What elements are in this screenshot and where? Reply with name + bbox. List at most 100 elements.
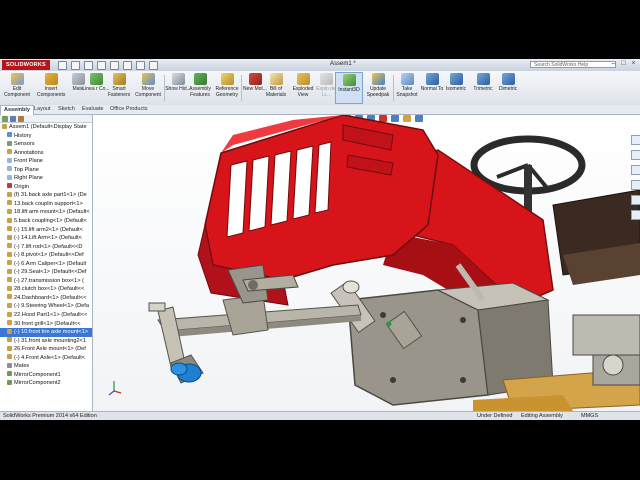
tree-item[interactable]: 22.Hood Part1<1> (Default<<	[0, 311, 92, 320]
view-palette-icon[interactable]	[631, 180, 640, 190]
tree-item-label: Front Plane	[14, 158, 43, 165]
tree-item[interactable]: Origin	[0, 183, 92, 192]
tree-item[interactable]: MirrorComponent2	[0, 379, 92, 388]
feature-manager-tree: Assem1 (Default<Display State History Sens…	[0, 115, 93, 411]
tractor-model[interactable]	[93, 115, 640, 411]
component-icon	[7, 208, 12, 214]
print-icon[interactable]	[97, 61, 106, 70]
tab-evaluate[interactable]: Evaluate	[79, 105, 106, 114]
minimize-icon[interactable]: –	[610, 60, 617, 68]
front-axle[interactable]	[148, 294, 362, 368]
assembly-features-icon	[193, 73, 207, 85]
tree-root-assembly[interactable]: Assem1 (Default<Display State	[0, 123, 92, 132]
property-manager-icon[interactable]	[10, 116, 16, 122]
tree-item[interactable]: History	[0, 132, 92, 141]
tree-item[interactable]: 18.lift arm mount<1> (Default<	[0, 208, 92, 217]
tree-item[interactable]: (-) 4.Front Axle<1> (Default<	[0, 354, 92, 363]
tree-item[interactable]: MirrorComponent1	[0, 371, 92, 380]
tab-assembly[interactable]: Assembly	[0, 105, 34, 115]
component-icon	[7, 354, 12, 360]
component-icon	[7, 379, 12, 385]
feature-manager-icon[interactable]	[2, 116, 8, 122]
tree-item-label: Origin	[14, 183, 29, 190]
tree-item[interactable]: Right Plane	[0, 174, 92, 183]
instant3d-button[interactable]: Instant3D	[335, 72, 363, 104]
tree-item[interactable]: (-) 31.front axle mounting2<1	[0, 337, 92, 346]
assembly-features-button[interactable]: Assembly Features	[186, 72, 214, 104]
component-icon	[7, 157, 12, 163]
tree-item[interactable]: 5.back coupling<1> (Default<	[0, 217, 92, 226]
tab-layout[interactable]: Layout	[31, 105, 54, 114]
tree-item[interactable]: Top Plane	[0, 166, 92, 175]
save-icon[interactable]	[84, 61, 93, 70]
document-title: Assem1 *	[330, 61, 356, 67]
solidworks-window: SOLIDWORKS Assem1 * Search SolidWorks He…	[0, 59, 640, 420]
tree-item[interactable]: (-) 6.Arm Caliper<1> (Default	[0, 260, 92, 269]
tree-item[interactable]: 30.front grill<1> (Default<<	[0, 320, 92, 329]
options-icon[interactable]	[149, 61, 158, 70]
rebuild-icon[interactable]	[136, 61, 145, 70]
tree-item-label: 28.clutch box<1> (Default<<	[14, 286, 85, 293]
tree-item[interactable]: (-) 7.lift rod<1> (Default<<D	[0, 243, 92, 252]
dimetric-button[interactable]: Dimetric	[494, 72, 522, 104]
graphics-area[interactable]	[93, 115, 640, 411]
tree-item[interactable]: 13.back couplin support<1>	[0, 200, 92, 209]
bill-of-materials-button[interactable]: Bill of Materials	[262, 72, 290, 104]
component-icon	[7, 362, 12, 368]
isometric-button[interactable]: Isometric	[442, 72, 470, 104]
tree-item[interactable]: (-) 29.Seat<1> (Default<<Def	[0, 268, 92, 277]
solidworks-logo[interactable]: SOLIDWORKS	[2, 60, 50, 70]
new-document-icon[interactable]	[58, 61, 67, 70]
tree-item-label: (-) 15.lift arm2<1> (Default<	[14, 226, 83, 233]
component-icon	[7, 243, 12, 249]
take-snapshot-icon	[400, 73, 414, 85]
file-explorer-icon[interactable]	[631, 165, 640, 175]
tree-item[interactable]: Front Plane	[0, 157, 92, 166]
update-speedpak-button[interactable]: Update Speedpak	[364, 72, 392, 104]
edit-component-button[interactable]: Edit Component	[3, 72, 31, 104]
open-document-icon[interactable]	[71, 61, 80, 70]
tree-item-label: 26.Front Axle mount<1> (Def	[14, 346, 86, 353]
tree-item[interactable]: (-) 8.pivot<1> (Default<<Def	[0, 251, 92, 260]
tree-item[interactable]: (-) 10.front tire axle mount<1>	[0, 328, 92, 337]
tree-item[interactable]: 26.Front Axle mount<1> (Def	[0, 345, 92, 354]
tree-item-label: History	[14, 132, 32, 139]
undo-icon[interactable]	[110, 61, 119, 70]
seat[interactable]	[552, 189, 640, 285]
select-icon[interactable]	[123, 61, 132, 70]
tree-item[interactable]: Annotations	[0, 149, 92, 158]
bill-of-materials-icon	[269, 73, 283, 85]
reference-geometry-button[interactable]: Reference Geometry	[213, 72, 241, 104]
tree-item[interactable]: (f) 31.back axle part1<1> (De	[0, 191, 92, 200]
tree-item-label: (f) 31.back axle part1<1> (De	[14, 192, 87, 199]
tree-item[interactable]: (-) 14.Lift Arm<1> (Default<	[0, 234, 92, 243]
task-pane-tabs	[630, 135, 640, 225]
take-snapshot-button[interactable]: Take Snapshot	[393, 72, 421, 104]
tab-sketch[interactable]: Sketch	[55, 105, 78, 114]
tree-item[interactable]: (-) 9.Steering Wheel<1> (Defa	[0, 302, 92, 311]
tree-item[interactable]: 24.Dashboard<1> (Default<<	[0, 294, 92, 303]
appearances-icon[interactable]	[631, 195, 640, 205]
solidworks-resources-icon[interactable]	[631, 135, 640, 145]
status-units[interactable]: MMGS	[581, 412, 598, 420]
component-icon	[7, 371, 12, 377]
tree-item[interactable]: 28.clutch box<1> (Default<<	[0, 285, 92, 294]
tree-item[interactable]: (-) 15.lift arm2<1> (Default<	[0, 226, 92, 235]
instant3d-icon	[342, 74, 356, 86]
tree-item[interactable]: Sensors	[0, 140, 92, 149]
tree-item[interactable]: (-) 27.transmission box<1> (	[0, 277, 92, 286]
maximize-icon[interactable]: □	[620, 60, 627, 68]
design-library-icon[interactable]	[631, 150, 640, 160]
tree-item-label: (-) 8.pivot<1> (Default<<Def	[14, 252, 84, 259]
custom-properties-icon[interactable]	[631, 210, 640, 220]
move-component-button[interactable]: Move Component	[134, 72, 162, 104]
trimetric-button[interactable]: Trimetric	[469, 72, 497, 104]
close-icon[interactable]: ×	[630, 60, 637, 68]
configuration-manager-icon[interactable]	[18, 116, 24, 122]
tree-item[interactable]: Mates	[0, 362, 92, 371]
insert-components-button[interactable]: Insert Components	[37, 72, 65, 104]
component-icon	[7, 337, 12, 343]
smart-fasteners-button[interactable]: Smart Fasteners	[105, 72, 133, 104]
help-search-input[interactable]: Search SolidWorks Help	[530, 61, 616, 68]
tab-office-products[interactable]: Office Products	[107, 105, 151, 114]
